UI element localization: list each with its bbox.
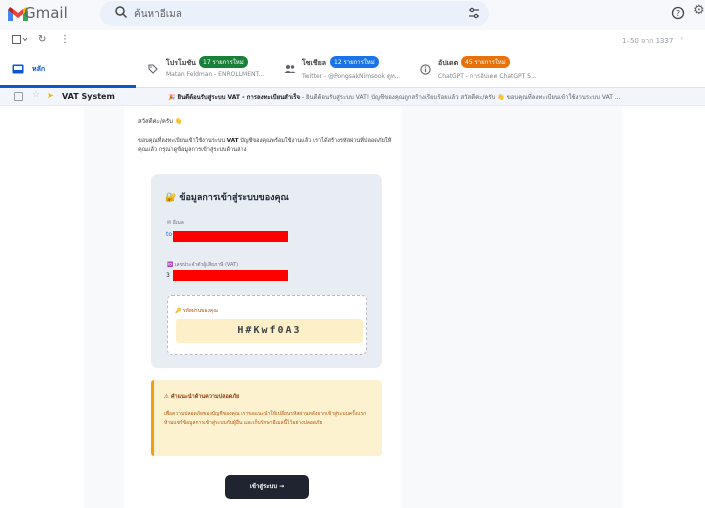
password-label: 🔑 รหัสผ่านของคุณ	[175, 308, 218, 314]
email-value-prefix[interactable]: to	[166, 231, 172, 238]
social-badge: 12 รายการใหม่	[330, 56, 379, 68]
updates-preview: ChatGPT - การอัปเดต ChatGPT S...	[438, 73, 537, 80]
refresh-icon[interactable]: ↻	[38, 34, 46, 45]
email-checkbox[interactable]	[14, 92, 23, 101]
tag-icon	[148, 64, 158, 74]
inbox-icon	[12, 64, 24, 74]
tab-social[interactable]: โซเชียล 12 รายการใหม่ Twitter - @Pongsak…	[272, 52, 408, 88]
intro-bold: VAT	[226, 138, 239, 144]
svg-text:?: ?	[676, 9, 680, 18]
redacted-tax-id	[173, 270, 288, 281]
login-info-title: 🔐 ข้อมูลการเข้าสู่ระบบของคุณ	[165, 193, 289, 203]
people-icon	[284, 65, 296, 73]
security-warning-title: ⚠ คำแนะนำด้านความปลอดภัย	[164, 394, 240, 400]
tax-id-label: 🆔 เลขประจำตัวผู้เสียภาษี (VAT)	[167, 262, 239, 268]
help-icon[interactable]: ?	[671, 6, 685, 20]
info-icon	[420, 64, 431, 75]
category-tabs: หลัก โปรโมชัน 17 รายการใหม่ Matan Feldma…	[0, 52, 705, 88]
promotions-preview: Matan Feldman - ENROLLMENT...	[166, 71, 265, 78]
redacted-email	[173, 231, 288, 242]
search-bar[interactable]: ค้นหาอีเมล	[100, 1, 489, 26]
tax-id-prefix: 3	[166, 272, 170, 279]
email-label: ✉ อีเมล	[167, 220, 184, 226]
gmail-window: Gmail ค้นหาอีเมล ? ⚙ ↻ ⋮ 1–50 จาก 1337 ‹…	[0, 0, 705, 508]
security-warning-text: เพื่อความปลอดภัยของบัญชีของคุณ เราขอแนะน…	[164, 411, 367, 426]
tab-social-label: โซเชียล	[302, 59, 327, 67]
intro-text: ขอบคุณที่ลงทะเบียนเข้าใช้งานระบบ VAT บัญ…	[138, 137, 400, 155]
email-row[interactable]: ☆ ➤ VAT System 🎉 ยินดีต้อนรับสู่ระบบ VAT…	[0, 88, 705, 106]
security-warning-box: ⚠ คำแนะนำด้านความปลอดภัย เพื่อความปลอดภั…	[151, 380, 382, 456]
tab-primary-label: หลัก	[32, 65, 46, 73]
tab-primary[interactable]: หลัก	[0, 52, 136, 88]
tab-promotions[interactable]: โปรโมชัน 17 รายการใหม่ Matan Feldman - E…	[136, 52, 272, 88]
promotions-badge: 17 รายการใหม่	[199, 56, 248, 68]
intro-prefix: ขอบคุณที่ลงทะเบียนเข้าใช้งานระบบ	[138, 138, 227, 144]
email-subject: 🎉 ยินดีต้อนรับสู่ระบบ VAT - การลงทะเบียน…	[168, 94, 300, 101]
login-info-box: 🔐 ข้อมูลการเข้าสู่ระบบของคุณ ✉ อีเมล to …	[151, 174, 382, 368]
settings-icon[interactable]: ⚙	[693, 3, 705, 18]
top-bar: Gmail ค้นหาอีเมล ? ⚙	[0, 0, 705, 30]
more-icon[interactable]: ⋮	[60, 34, 70, 45]
search-input[interactable]: ค้นหาอีเมล	[134, 7, 182, 22]
password-value[interactable]: H#Kwf0A3	[176, 319, 363, 343]
password-box: 🔑 รหัสผ่านของคุณ H#Kwf0A3	[167, 295, 367, 355]
pagination-text: 1–50 จาก 1337	[622, 37, 674, 45]
prev-page-icon[interactable]: ‹	[680, 34, 684, 44]
tab-updates[interactable]: อัปเดต 45 รายการใหม่ ChatGPT - การอัปเดต…	[408, 52, 548, 88]
search-icon[interactable]	[114, 5, 128, 19]
star-icon[interactable]: ☆	[32, 90, 40, 100]
greeting: สวัสดีค่ะ/ครับ 👋	[138, 118, 183, 125]
mail-toolbar: ↻ ⋮ 1–50 จาก 1337 ‹	[0, 30, 705, 52]
email-sender: VAT System	[62, 92, 115, 101]
select-all-checkbox[interactable]	[12, 35, 28, 48]
tab-promotions-label: โปรโมชัน	[166, 59, 196, 67]
app-brand: Gmail	[24, 4, 68, 22]
login-button[interactable]: เข้าสู่ระบบ →	[225, 475, 309, 499]
important-marker-icon[interactable]: ➤	[47, 91, 54, 100]
email-snippet: - ยินดีต้อนรับสู่ระบบ VAT! บัญชีของคุณถู…	[300, 94, 621, 101]
updates-badge: 45 รายการใหม่	[461, 56, 510, 68]
tab-updates-label: อัปเดต	[438, 59, 459, 67]
search-options-icon[interactable]	[467, 6, 481, 20]
social-preview: Twitter - @PongsakNimsook ดูท...	[302, 73, 401, 80]
email-subject-line: 🎉 ยินดีต้อนรับสู่ระบบ VAT - การลงทะเบียน…	[168, 92, 698, 102]
